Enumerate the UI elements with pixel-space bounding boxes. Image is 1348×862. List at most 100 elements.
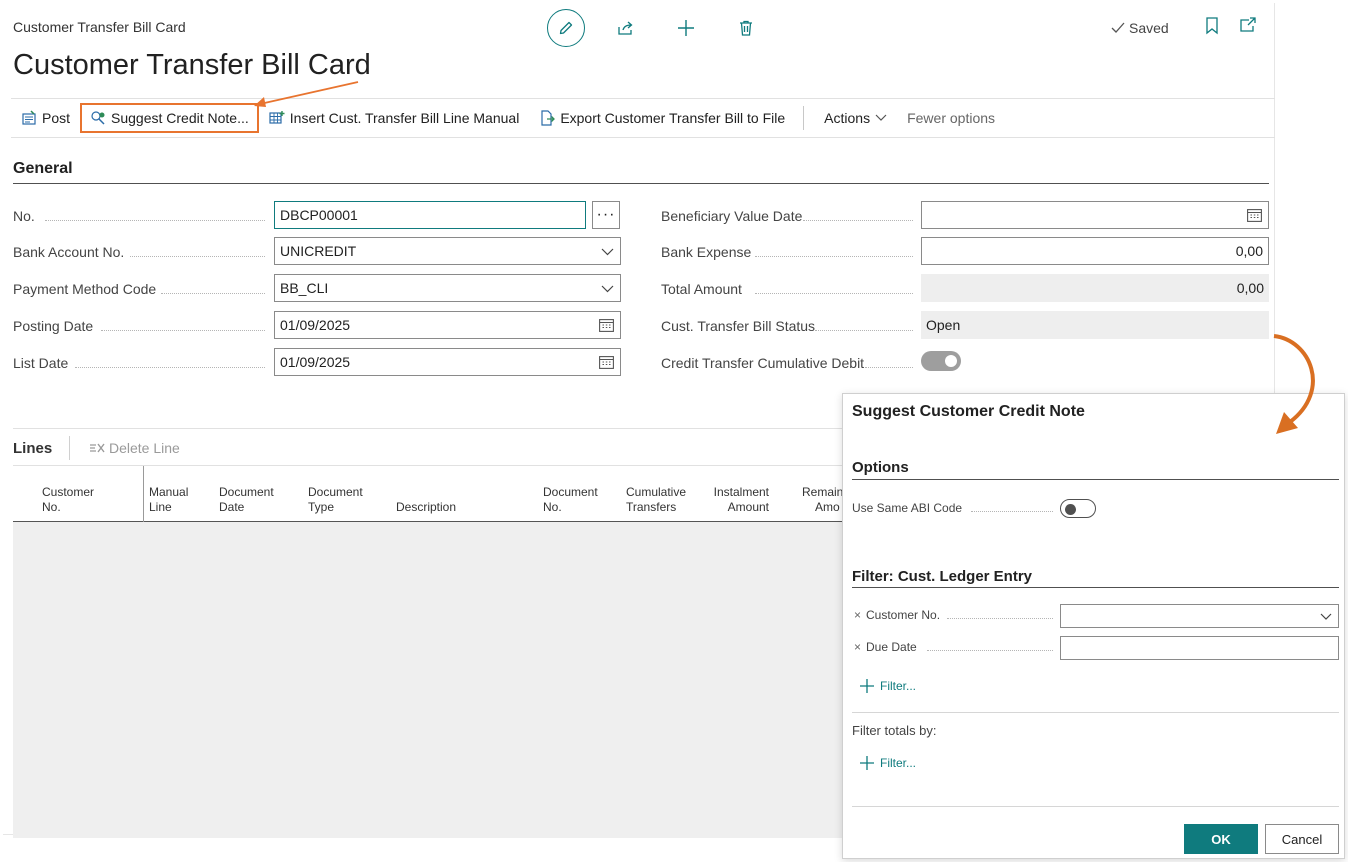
cancel-button[interactable]: Cancel (1265, 824, 1339, 854)
calendar-icon[interactable] (1247, 208, 1262, 222)
add-filter-label: Filter... (880, 679, 917, 693)
toggle-knob (1065, 503, 1076, 515)
post-icon (22, 110, 36, 125)
fewer-options-label: Fewer options (907, 110, 996, 126)
column-header-line1: Cumulative (626, 485, 687, 499)
trash-icon (740, 20, 752, 36)
edit-button[interactable] (547, 9, 585, 47)
open-new-window-icon[interactable] (1239, 17, 1257, 33)
ok-button[interactable]: OK (1184, 824, 1258, 854)
chevron-down-icon (601, 248, 614, 256)
column-header-remaining-amount[interactable]: Remain Amo (802, 485, 843, 515)
remove-filter-icon[interactable]: × (854, 608, 861, 622)
column-header-manual-line[interactable]: Manual Line (149, 485, 188, 515)
action-bar: Post Suggest Credit Note... Insert Cust.… (11, 98, 1275, 138)
footer-rule (852, 806, 1339, 807)
leader-dots (101, 330, 265, 331)
leader-dots (865, 367, 913, 368)
column-header-line2: Date (219, 500, 245, 514)
bank-expense-field[interactable]: 0,00 (921, 237, 1269, 265)
bank-account-no-select[interactable]: UNICREDIT (274, 237, 621, 265)
general-section-title: General (13, 160, 73, 177)
suggest-credit-note-button[interactable]: Suggest Credit Note... (80, 103, 259, 133)
lines-separator (69, 436, 70, 460)
post-button[interactable]: Post (11, 103, 80, 133)
general-section-rule (13, 183, 1269, 184)
status-label: Cust. Transfer Bill Status (661, 318, 816, 334)
column-header-instalment-amount[interactable]: Instalment Amount (709, 485, 769, 515)
column-header-line1: Document (543, 485, 598, 499)
leader-dots (815, 330, 913, 331)
calendar-icon[interactable] (599, 318, 614, 332)
chevron-down-icon (601, 285, 614, 293)
top-actions (547, 8, 787, 48)
leader-dots (971, 511, 1053, 512)
leader-dots (803, 220, 913, 221)
column-header-line2: No. (42, 500, 61, 514)
payment-method-code-select[interactable]: BB_CLI (274, 274, 621, 302)
delete-line-button[interactable]: Delete Line (89, 440, 180, 456)
column-header-document-no[interactable]: Document No. (543, 485, 598, 515)
list-date-label: List Date (13, 355, 69, 371)
insert-line-manual-button[interactable]: Insert Cust. Transfer Bill Line Manual (259, 103, 530, 133)
frozen-column-separator[interactable] (143, 466, 144, 522)
leader-dots (75, 367, 265, 368)
column-header-line1: Description (396, 500, 457, 514)
delete-button[interactable] (727, 9, 765, 47)
payment-method-code-label: Payment Method Code (13, 281, 157, 297)
bookmark-icon[interactable] (1205, 17, 1219, 35)
breadcrumb: Customer Transfer Bill Card (13, 19, 186, 35)
actions-menu[interactable]: Actions (814, 103, 897, 133)
chevron-down-icon (875, 114, 887, 121)
share-button[interactable] (607, 9, 645, 47)
bank-account-no-label: Bank Account No. (13, 244, 125, 260)
insert-table-icon (269, 111, 285, 124)
column-header-description[interactable]: Description (396, 500, 456, 515)
list-date-field[interactable]: 01/09/2025 (274, 348, 621, 376)
totals-rule (852, 712, 1339, 713)
bank-account-no-value: UNICREDIT (280, 243, 357, 259)
leader-dots (947, 618, 1053, 619)
no-field[interactable]: DBCP00001 (274, 201, 586, 229)
plus-icon (678, 20, 694, 36)
column-header-document-date[interactable]: Document Date (219, 485, 274, 515)
filter-section-title: Filter: Cust. Ledger Entry (852, 568, 1033, 585)
posting-date-field[interactable]: 01/09/2025 (274, 311, 621, 339)
no-label: No. (13, 208, 35, 224)
filter-rule (852, 587, 1339, 588)
use-same-abi-code-label: Use Same ABI Code (852, 501, 963, 515)
add-totals-filter-link[interactable]: Filter... (860, 756, 916, 770)
options-rule (852, 479, 1339, 480)
beneficiary-value-date-field[interactable] (921, 201, 1269, 229)
column-header-cumulative-transfers[interactable]: Cumulative Transfers (626, 485, 686, 515)
add-filter-link[interactable]: Filter... (860, 679, 916, 693)
leader-dots (45, 220, 265, 221)
column-header-customer-no[interactable]: Customer No. (42, 485, 94, 515)
use-same-abi-code-toggle[interactable] (1060, 499, 1096, 518)
toggle-knob (945, 355, 957, 367)
new-button[interactable] (667, 9, 705, 47)
plus-icon (860, 756, 874, 770)
posting-date-value: 01/09/2025 (280, 317, 351, 333)
customer-no-filter-select[interactable] (1060, 604, 1339, 628)
fewer-options-button[interactable]: Fewer options (897, 103, 1005, 133)
suggest-icon (91, 111, 105, 125)
column-header-line2: Amo (815, 500, 840, 514)
leader-dots (755, 256, 913, 257)
options-section-title: Options (852, 459, 909, 476)
column-header-line1: Document (219, 485, 274, 499)
no-lookup-button[interactable]: ··· (592, 201, 620, 229)
page-title: Customer Transfer Bill Card (13, 49, 371, 81)
export-to-file-button[interactable]: Export Customer Transfer Bill to File (529, 103, 795, 133)
post-label: Post (42, 110, 71, 126)
cumulative-debit-toggle[interactable] (921, 351, 961, 371)
remove-filter-icon[interactable]: × (854, 640, 861, 654)
action-separator (803, 106, 805, 130)
chevron-down-icon (1320, 613, 1332, 620)
column-header-document-type[interactable]: Document Type (308, 485, 363, 515)
calendar-icon[interactable] (599, 355, 614, 369)
leader-dots (927, 650, 1053, 651)
due-date-filter-field[interactable] (1060, 636, 1339, 660)
suggest-credit-note-dialog: Suggest Customer Credit Note Options Use… (842, 393, 1345, 859)
plus-icon (860, 679, 874, 693)
